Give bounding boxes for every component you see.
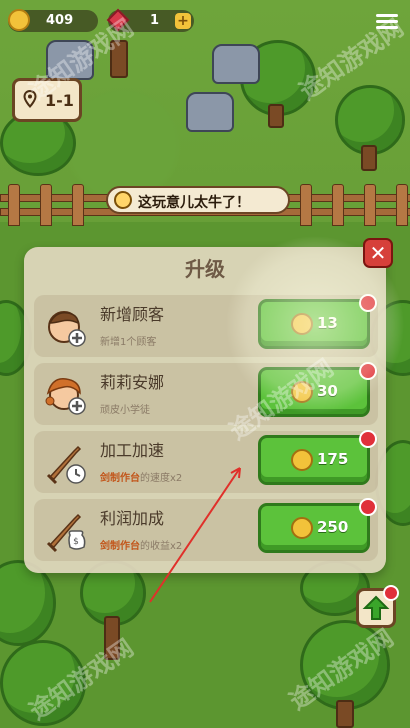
notification-dot [359, 498, 377, 516]
laughing-face-icon [114, 191, 132, 209]
coin-icon [291, 313, 313, 335]
buy-profit-button[interactable]: 250 [258, 498, 377, 553]
gem-count: 1 [150, 13, 160, 28]
upgrade-row-speed: 加工加速 剑制作台的速度x2 175 [34, 430, 378, 493]
coin-icon [291, 517, 313, 539]
add-gems-button[interactable]: + [175, 13, 191, 29]
sword-clock-icon [46, 445, 86, 485]
svg-text:$: $ [73, 537, 79, 547]
upgrade-name: 莉莉安娜 [100, 373, 165, 392]
upgrade-description: 新增1个顾客 [100, 337, 157, 348]
panel-title: 升级 [185, 257, 225, 281]
price-label: 13 [317, 314, 338, 332]
upgrade-description: 剑制作台的速度x2 [100, 473, 183, 484]
notification-dot [359, 362, 377, 380]
buy-new-customer-button[interactable]: 13 [258, 294, 377, 349]
speech-text: 这玩意儿太牛了！ [138, 195, 250, 211]
wolf [212, 44, 260, 84]
close-button[interactable]: ✕ [363, 238, 393, 268]
upgrade-row-profit: $ 利润加成 剑制作台的收益x2 250 [34, 498, 378, 561]
notification-dot [383, 585, 399, 601]
upgrade-name: 利润加成 [100, 509, 165, 528]
notification-dot [359, 430, 377, 448]
price-label: 250 [317, 518, 349, 536]
customer-add-icon [48, 311, 86, 347]
speech-bubble: 这玩意儿太牛了！ [106, 186, 290, 214]
upgrade-row-new-customer: 新增顾客 新增1个顾客 13 [34, 294, 378, 357]
upgrade-description: 顽皮小学徒 [100, 405, 150, 416]
coin-count: 409 [46, 13, 74, 28]
coin-icon [8, 9, 30, 31]
upgrade-panel: 升级 新增顾客 新增1个顾客 13 莉莉安娜 顽皮小学徒 30 加工加速 剑制作… [24, 247, 386, 573]
upgrade-description: 剑制作台的收益x2 [100, 541, 183, 552]
upgrade-name: 新增顾客 [100, 305, 165, 324]
price-label: 175 [317, 450, 349, 468]
buy-speed-button[interactable]: 175 [258, 430, 377, 485]
wolf [186, 92, 234, 132]
apprentice-add-icon [45, 378, 86, 415]
coin-counter: 409 [8, 9, 98, 32]
notification-dot [359, 294, 377, 312]
sword-money-bag-icon: $ [46, 513, 86, 553]
upgrade-name: 加工加速 [100, 441, 165, 460]
coin-icon [291, 449, 313, 471]
